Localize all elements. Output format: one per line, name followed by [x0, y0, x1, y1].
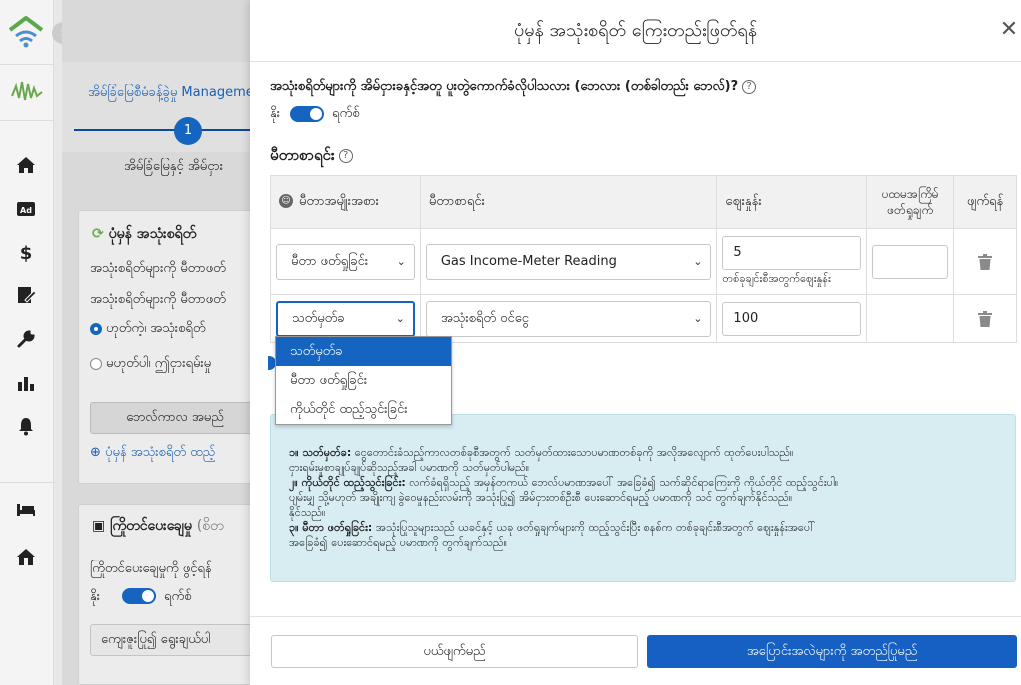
- step-number: 1: [174, 117, 202, 145]
- bar-chart-icon[interactable]: [15, 372, 37, 394]
- money-icon: ▣: [92, 518, 111, 534]
- divider: [0, 64, 54, 65]
- dialog-header: ပုံမှန် အသုံးစရိတ် ကြေးတည်းဖြတ်ရန် ✕: [250, 0, 1021, 62]
- radio-option-yes[interactable]: ဟုတ်ကဲ့၊ အသုံးစရိတ်: [90, 320, 260, 339]
- home-icon[interactable]: [15, 154, 37, 176]
- card-text: အသုံးစရိတ်များကို မီတာဖတ်: [90, 292, 226, 307]
- table-header-row: ☺ မီတာအမျိုးအစား မီတာစာရင်း ဈေးနှုန်း ပထမ…: [270, 175, 1017, 229]
- first-reading-input[interactable]: [872, 244, 949, 279]
- meter-list-title: မီတာစာရင်း?: [270, 146, 353, 168]
- radio-option-no[interactable]: မဟုတ်ပါ၊ ဤငှားရမ်းမှု: [90, 355, 260, 374]
- card-text: ကြိုတင်ပေးချေမှုကို ဖွင့်ရန်: [90, 561, 212, 576]
- column-header-delete: ဖျက်ရန်: [953, 175, 1017, 229]
- meter-select[interactable]: အသုံးစရိတ် ဝင်ငွေ ⌄: [425, 300, 712, 337]
- close-icon[interactable]: ✕: [997, 18, 1021, 42]
- bill-together-toggle-row: နိုး ရက်စ်: [270, 104, 360, 124]
- cell-meter: Gas Income-Meter Reading ⌄: [419, 228, 718, 295]
- svg-text:Ad: Ad: [20, 206, 32, 215]
- plus-circle-icon: ⊕: [90, 445, 106, 460]
- info-line: ၃။ မီတာ ဖတ်ရှုခြင်း: အသုံးပြုသူများသည် ယ…: [289, 521, 816, 534]
- cell-meter-type: မီတာ ဖတ်ရှုခြင်း ⌄: [270, 228, 421, 295]
- cell-meter: အသုံးစရိတ် ဝင်ငွေ ⌄: [419, 294, 718, 343]
- trash-icon[interactable]: [978, 310, 993, 327]
- add-recurring-expense-link[interactable]: ⊕ ပုံမှန် အသုံးစရိတ် ထည့်: [90, 444, 260, 463]
- recurring-expense-card-title: ⟳ ပုံမှန် အသုံးစရိတ်: [92, 226, 197, 242]
- divider: [0, 482, 54, 483]
- emoji-icon: ☺: [279, 194, 293, 208]
- column-header-first-reading: ပထမအကြိမ် ဖတ်ရှုချက်: [866, 175, 955, 229]
- dollar-icon[interactable]: $: [15, 241, 37, 263]
- confirm-changes-button[interactable]: အပြောင်းအလဲများကို အတည်ပြုမည်: [647, 635, 1017, 668]
- help-icon[interactable]: ?: [338, 148, 353, 163]
- price-input[interactable]: 5: [722, 235, 862, 270]
- svg-text:$: $: [20, 243, 33, 263]
- price-input[interactable]: 100: [722, 301, 862, 336]
- card-text: အသုံးစရိတ်များကို မီတာဖတ်: [90, 261, 226, 276]
- meter-table: ☺ မီတာအမျိုးအစား မီတာစာရင်း ဈေးနှုန်း ပထမ…: [270, 175, 1017, 343]
- ad-icon[interactable]: Ad: [15, 198, 37, 220]
- dropdown-option-fixed-fee[interactable]: သတ်မှတ်ခ: [276, 337, 451, 366]
- column-header-price: ဈေးနှုန်း: [716, 175, 868, 229]
- bell-icon[interactable]: [15, 415, 37, 437]
- toggle-label-no: ရက်စ်: [164, 589, 192, 604]
- dropdown-option-manual-entry[interactable]: ကိုယ်တိုင် ထည့်သွင်းခြင်း: [276, 395, 451, 424]
- column-header-meter-list: မီတာစာရင်း: [419, 175, 718, 229]
- house-add-icon[interactable]: [15, 546, 37, 568]
- radio-checked-icon: [90, 322, 102, 335]
- info-line: ၂။ ကိုယ်တိုင် ထည့်သွင်းခြင်း: လက်ခံရရှိသ…: [289, 476, 839, 489]
- trash-icon[interactable]: [978, 253, 993, 270]
- divider: [0, 120, 54, 121]
- toggle-label-yes: နိုး: [90, 589, 101, 604]
- sidebar-rail: Ad $: [0, 0, 54, 685]
- chevron-down-icon: ⌄: [396, 254, 406, 268]
- prepayment-toggle[interactable]: [122, 588, 156, 604]
- info-line: ၁။ သတ်မှတ်ခ: ငွေတောင်းခံသည့်ကာလတစ်ခုစီအတ…: [289, 446, 794, 459]
- bed-icon[interactable]: [15, 498, 37, 520]
- column-header-meter-type: ☺ မီတာအမျိုးအစား: [270, 175, 421, 229]
- document-edit-icon[interactable]: [15, 284, 37, 306]
- help-icon[interactable]: ?: [742, 79, 757, 94]
- table-row: မီတာ ဖတ်ရှုခြင်း ⌄ Gas Income-Meter Readi…: [270, 228, 1017, 295]
- recurring-expense-card: [78, 210, 258, 484]
- step-label: အိမ်ခြံမြေနှင့် အိမ်ငှား: [124, 159, 224, 174]
- tab-property-management[interactable]: အိမ်ခြံမြေစီမံခန့်ခွဲမှု Management M: [88, 84, 258, 103]
- cell-price: 100: [716, 294, 868, 343]
- bill-together-question: အသုံးစရိတ်များကို အိမ်ငှားခနှင့်အတူ ပူးတ…: [270, 78, 757, 97]
- price-hint: တစ်ခုချင်းစီအတွက်ဈေးနှုန်း: [722, 271, 831, 285]
- select-dropdown[interactable]: ကျေးဇူးပြု၍ ရွေးချယ်ပါ: [90, 624, 260, 656]
- background-tab-bar: [62, 62, 262, 152]
- cell-first-reading: [866, 294, 955, 343]
- cell-first-reading: [866, 228, 955, 295]
- cell-delete: [953, 228, 1017, 295]
- refresh-icon: ⟳: [92, 226, 109, 242]
- info-line: နိုင်သည်။: [289, 506, 326, 519]
- chevron-down-icon: ⌄: [693, 311, 703, 325]
- billing-period-button[interactable]: ဘေလ်ကာလ အမည်: [90, 402, 260, 434]
- app-logo-icon: [8, 16, 44, 48]
- meter-type-select[interactable]: သတ်မှတ်ခ ⌄: [276, 300, 415, 337]
- dialog-title: ပုံမှန် အသုံးစရိတ် ကြေးတည်းဖြတ်ရန်: [513, 20, 758, 41]
- info-box: ၁။ သတ်မှတ်ခ: ငွေတောင်းခံသည့်ကာလတစ်ခုစီအတ…: [270, 414, 1016, 582]
- chevron-down-icon: ⌄: [693, 254, 703, 268]
- info-line: အခြေခံ၍ ပေးဆောင်ရမည့် ပမာဏကို တွက်ချက်သည…: [289, 536, 507, 549]
- meter-type-dropdown-menu: သတ်မှတ်ခ မီတာ ဖတ်ရှုခြင်း ကိုယ်တိုင် ထည့…: [275, 336, 452, 425]
- bill-together-toggle[interactable]: [290, 106, 325, 122]
- dialog-footer-divider: [250, 616, 1021, 617]
- brand-wave-icon: [11, 81, 43, 101]
- radio-unchecked-icon: [90, 357, 102, 370]
- chevron-down-icon: ⌄: [395, 311, 405, 325]
- toggle-label-yes: နိုး: [270, 105, 281, 121]
- meter-type-select[interactable]: မီတာ ဖတ်ရှုခြင်း ⌄: [276, 243, 415, 280]
- prepayment-card-title: ▣ ကြိုတင်ပေးချေမှု (စိတ: [92, 518, 224, 534]
- info-line: ငှားရမ်းမှုစာချုပ်ချုပ်ဆိုသည့်အခါ ပမာဏကိ…: [289, 461, 530, 474]
- cell-price: 5 တစ်ခုချင်းစီအတွက်ဈေးနှုန်း: [716, 228, 868, 295]
- cancel-button[interactable]: ပယ်ဖျက်မည်: [271, 635, 638, 668]
- stepper-line: [74, 129, 264, 131]
- cell-delete: [953, 294, 1017, 343]
- wrench-icon[interactable]: [15, 328, 37, 350]
- info-line: ပျမ်းမျှ သို့မဟုတ် အချိုးကျ ခွဲဝေမှုနည်း…: [289, 491, 793, 504]
- dropdown-option-meter-reading[interactable]: မီတာ ဖတ်ရှုခြင်း: [276, 366, 451, 395]
- toggle-label-no: ရက်စ်: [332, 105, 360, 121]
- meter-select[interactable]: Gas Income-Meter Reading ⌄: [425, 243, 712, 280]
